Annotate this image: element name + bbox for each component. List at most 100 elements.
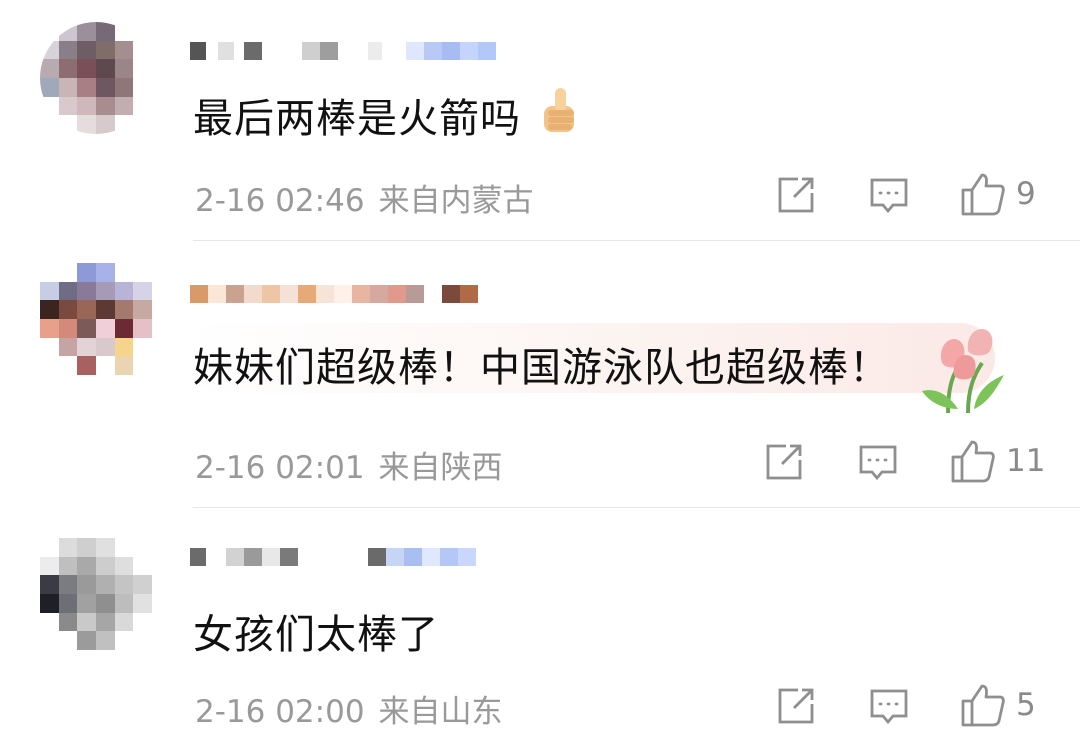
comment-icon	[870, 178, 908, 214]
reply-button[interactable]	[869, 686, 909, 726]
avatar-pixel	[40, 538, 59, 557]
avatar-pixel	[114, 612, 134, 632]
comment-icon	[870, 689, 908, 725]
username[interactable]	[190, 281, 510, 307]
avatar-pixel	[77, 593, 96, 613]
avatar-pixel	[58, 556, 78, 576]
avatar-pixel	[58, 612, 78, 632]
tulip-emoji	[918, 329, 1008, 417]
username[interactable]	[190, 38, 510, 64]
avatar-pixel	[77, 538, 96, 557]
avatar-pixel	[95, 22, 115, 41]
avatar-pixel	[77, 631, 96, 650]
comment-time: 2-16 02:00	[195, 694, 365, 730]
avatar-pixel	[58, 631, 78, 650]
share-button[interactable]	[764, 442, 804, 482]
share-icon	[766, 444, 802, 480]
avatar-pixel	[114, 59, 134, 78]
avatar[interactable]	[40, 538, 152, 650]
avatar-pixel	[77, 281, 96, 301]
avatar-pixel	[77, 356, 96, 375]
avatar-pixel	[114, 77, 134, 97]
avatar-pixel	[95, 263, 115, 282]
avatar-pixel	[114, 115, 134, 134]
like-button[interactable]: 9	[960, 172, 1036, 216]
avatar-pixel	[58, 300, 78, 319]
avatar-pixel	[95, 77, 115, 97]
avatar-pixel	[114, 593, 134, 613]
avatar-pixel	[77, 575, 96, 594]
avatar-pixel	[133, 337, 152, 357]
avatar-pixel	[77, 59, 96, 78]
comment-location: 来自山东	[378, 694, 503, 730]
avatar-pixel	[58, 115, 78, 134]
avatar-pixel	[77, 612, 96, 632]
avatar[interactable]	[40, 263, 152, 375]
avatar-pixel	[133, 263, 152, 282]
share-icon	[778, 177, 814, 213]
avatar-pixel	[77, 40, 96, 60]
avatar-pixel	[58, 40, 78, 60]
avatar-pixel	[133, 300, 152, 319]
avatar-pixel	[58, 96, 78, 116]
avatar-pixel	[40, 281, 59, 301]
avatar-pixel	[133, 631, 152, 650]
avatar-pixel	[95, 115, 115, 134]
avatar-pixel	[77, 263, 96, 282]
avatar-pixel	[40, 300, 59, 319]
comment-item: 女孩们太棒了 2-16 02:00 来自山东 5	[0, 508, 1080, 749]
avatar-pixel	[133, 77, 152, 97]
comment-meta: 2-16 02:00 来自山东	[195, 686, 503, 731]
avatar-pixel	[40, 318, 59, 338]
avatar-pixel	[133, 538, 152, 557]
avatar-pixel	[95, 337, 115, 357]
like-button[interactable]: 11	[950, 439, 1045, 483]
reply-button[interactable]	[869, 175, 909, 215]
avatar-pixel	[95, 281, 115, 301]
avatar-pixel	[114, 538, 134, 557]
avatar-pixel	[114, 337, 134, 357]
avatar[interactable]	[40, 22, 152, 134]
avatar-pixel	[40, 263, 59, 282]
reply-button[interactable]	[858, 442, 898, 482]
avatar-pixel	[77, 115, 96, 134]
avatar-pixel	[114, 631, 134, 650]
share-button[interactable]	[776, 175, 816, 215]
thumbs-up-icon	[961, 684, 1005, 727]
avatar-pixel	[114, 281, 134, 301]
comment-location: 来自内蒙古	[378, 183, 534, 219]
avatar-pixel	[95, 59, 115, 78]
avatar-pixel	[40, 77, 59, 97]
avatar-pixel	[114, 575, 134, 594]
avatar-pixel	[114, 40, 134, 60]
avatar-pixel	[77, 96, 96, 116]
avatar-pixel	[133, 593, 152, 613]
avatar-pixel	[95, 538, 115, 557]
avatar-pixel	[58, 538, 78, 557]
avatar-pixel	[133, 22, 152, 41]
avatar-pixel	[58, 593, 78, 613]
avatar-pixel	[40, 556, 59, 576]
share-button[interactable]	[776, 686, 816, 726]
avatar-pixel	[133, 356, 152, 375]
avatar-pixel	[40, 356, 59, 375]
like-button[interactable]: 5	[960, 683, 1036, 727]
avatar-pixel	[95, 40, 115, 60]
avatar-pixel	[40, 593, 59, 613]
avatar-pixel	[114, 263, 134, 282]
thumbs-up-icon	[961, 173, 1005, 216]
avatar-pixel	[40, 115, 59, 134]
avatar-pixel	[40, 22, 59, 41]
avatar-pixel	[40, 59, 59, 78]
avatar-pixel	[95, 575, 115, 594]
comment-text: 妹妹们超级棒！中国游泳队也超级棒！	[193, 345, 890, 391]
like-count: 5	[1016, 687, 1036, 723]
username[interactable]	[190, 544, 510, 570]
avatar-pixel	[133, 96, 152, 116]
avatar-pixel	[114, 22, 134, 41]
like-count: 11	[1006, 443, 1046, 479]
avatar-pixel	[114, 300, 134, 319]
avatar-pixel	[77, 77, 96, 97]
avatar-pixel	[58, 337, 78, 357]
avatar-pixel	[95, 300, 115, 319]
